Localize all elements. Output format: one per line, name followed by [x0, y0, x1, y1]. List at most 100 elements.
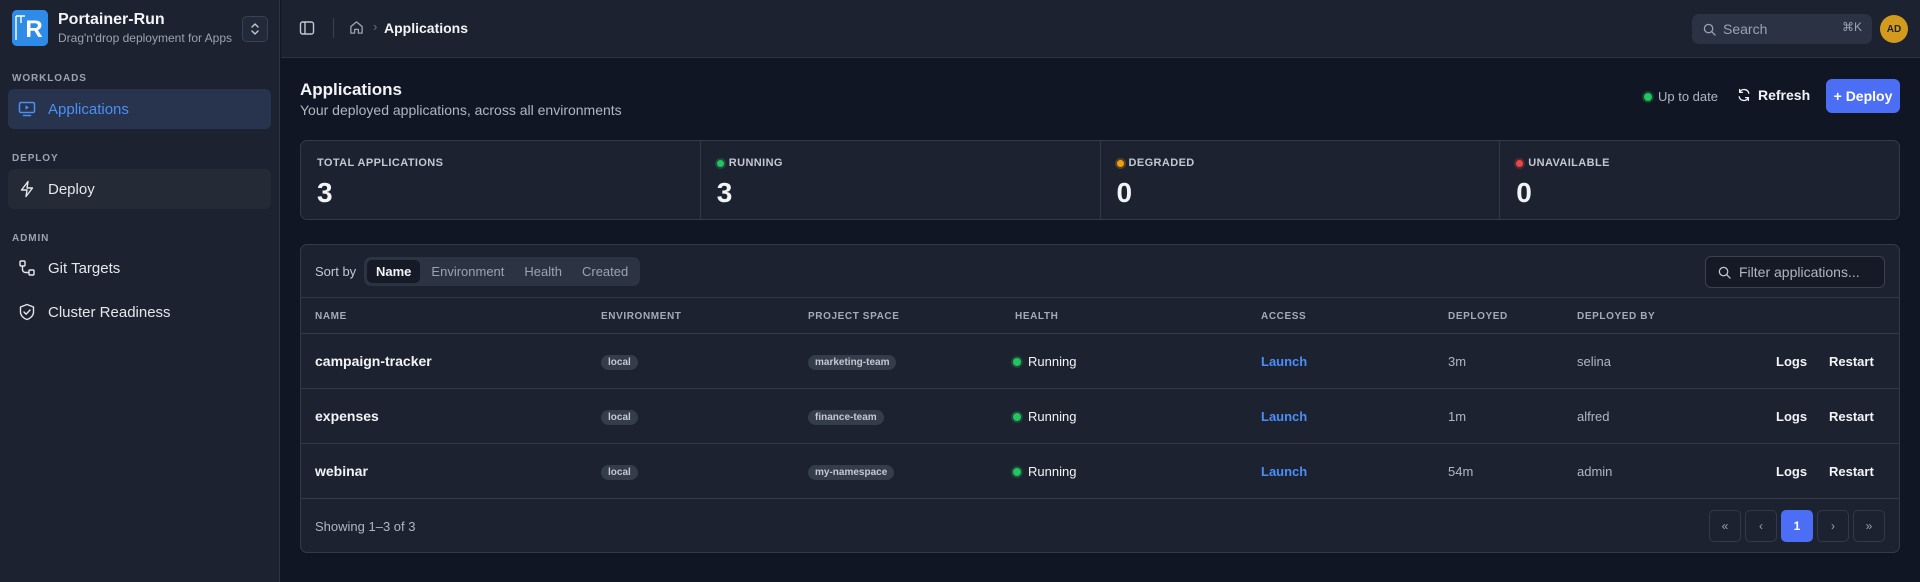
pagination: « ‹ 1 › » [1709, 510, 1885, 542]
table-header: NAME ENVIRONMENT PROJECT SPACE HEALTH AC… [301, 298, 1899, 334]
logs-button[interactable]: Logs [1776, 409, 1807, 424]
previous-page-button[interactable]: ‹ [1745, 510, 1777, 542]
column-header-access[interactable]: ACCESS [1261, 311, 1306, 322]
environment-badge: local [601, 355, 638, 370]
stat-value: 0 [1516, 177, 1532, 208]
sort-option-created[interactable]: Created [573, 260, 637, 283]
refresh-label: Refresh [1758, 87, 1811, 103]
column-header-project-space[interactable]: PROJECT SPACE [808, 311, 900, 322]
next-page-button[interactable]: › [1817, 510, 1849, 542]
sidebar-item-applications[interactable]: Applications [8, 89, 271, 129]
health-label: Running [1028, 409, 1077, 424]
health-label: Running [1028, 464, 1077, 479]
stat-total-applications: TOTAL APPLICATIONS 3 [301, 141, 701, 219]
deploy-button[interactable]: + Deploy [1826, 79, 1900, 113]
app-name[interactable]: expenses [315, 408, 379, 424]
column-header-deployed[interactable]: DEPLOYED [1448, 311, 1508, 322]
running-dot-icon [716, 159, 724, 167]
running-dot-icon [1013, 357, 1021, 366]
sidebar-toggle-button[interactable] [299, 20, 315, 36]
sort-segmented-control: Name Environment Health Created [364, 257, 641, 286]
column-header-name[interactable]: NAME [315, 311, 347, 322]
sidebar-item-deploy[interactable]: Deploy [8, 169, 271, 209]
restart-button[interactable]: Restart [1829, 464, 1874, 479]
deployed-by: alfred [1577, 409, 1610, 424]
sync-status: Up to date [1644, 89, 1718, 104]
sidebar-item-label: Deploy [48, 180, 95, 198]
column-header-deployed-by[interactable]: DEPLOYED BY [1577, 311, 1655, 322]
user-avatar[interactable]: AD [1880, 15, 1908, 43]
running-dot-icon [1013, 467, 1021, 476]
deployed-by: selina [1577, 354, 1611, 369]
health-status: Running [1013, 464, 1076, 479]
sort-label: Sort by [315, 264, 357, 279]
search-icon [1718, 266, 1731, 279]
sort-option-name[interactable]: Name [367, 260, 421, 283]
health-status: Running [1013, 354, 1076, 369]
running-dot-icon [1013, 412, 1021, 421]
app-name[interactable]: webinar [315, 463, 368, 479]
shield-check-icon [19, 303, 35, 321]
brand: R Portainer-Run Drag'n'drop deployment f… [12, 10, 270, 48]
sync-status-label: Up to date [1658, 89, 1718, 104]
filter-placeholder: Filter applications... [1739, 264, 1860, 280]
sidebar-item-git-targets[interactable]: Git Targets [8, 248, 271, 288]
stat-running: RUNNING 3 [701, 141, 1101, 219]
table-row: campaign-tracker local marketing-team Ru… [301, 334, 1899, 389]
restart-button[interactable]: Restart [1829, 354, 1874, 369]
sort-option-environment[interactable]: Environment [422, 260, 513, 283]
global-search-input[interactable]: Search ⌘K [1692, 14, 1872, 44]
sidebar-item-cluster-readiness[interactable]: Cluster Readiness [8, 292, 271, 332]
app-name[interactable]: campaign-tracker [315, 353, 432, 369]
filter-applications-input[interactable]: Filter applications... [1705, 256, 1885, 288]
environment-badge: local [601, 465, 638, 480]
stats-summary: TOTAL APPLICATIONS 3 RUNNING 3 DEGRADED … [300, 140, 1900, 220]
refresh-icon [1738, 88, 1750, 102]
unavailable-dot-icon [1516, 159, 1524, 167]
stat-value: 3 [716, 177, 733, 208]
breadcrumb-current: Applications [384, 20, 469, 36]
pagination-summary: Showing 1–3 of 3 [315, 519, 416, 534]
lightning-icon [20, 180, 34, 198]
table-footer: Showing 1–3 of 3 « ‹ 1 › » [301, 499, 1899, 552]
logs-button[interactable]: Logs [1776, 354, 1807, 369]
column-header-health[interactable]: HEALTH [1015, 311, 1058, 322]
search-shortcut-hint: ⌘K [1841, 20, 1862, 34]
stat-value: 3 [317, 177, 333, 208]
sidebar: R Portainer-Run Drag'n'drop deployment f… [0, 0, 280, 582]
table-row: expenses local finance-team Running Laun… [301, 389, 1899, 444]
deployed-age: 54m [1448, 464, 1474, 479]
restart-button[interactable]: Restart [1829, 409, 1874, 424]
refresh-button[interactable]: Refresh [1737, 87, 1810, 103]
sort-option-health[interactable]: Health [515, 260, 571, 283]
workspace-switcher-button[interactable] [242, 16, 268, 42]
home-icon [350, 21, 363, 34]
sidebar-item-label: Cluster Readiness [48, 303, 171, 321]
table-toolbar: Sort by Name Environment Health Created … [301, 245, 1899, 298]
table-row: webinar local my-namespace Running Launc… [301, 444, 1899, 499]
environment-badge: local [601, 410, 638, 425]
column-header-environment[interactable]: ENVIRONMENT [601, 311, 682, 322]
search-icon [1703, 23, 1716, 36]
stat-label: UNAVAILABLE [1528, 157, 1610, 169]
breadcrumb-separator: › [373, 19, 378, 34]
degraded-dot-icon [1116, 159, 1124, 167]
launch-link[interactable]: Launch [1261, 354, 1307, 369]
brand-logo[interactable]: R [12, 10, 48, 46]
sidebar-item-label: Applications [48, 100, 129, 118]
stat-label: DEGRADED [1128, 157, 1195, 169]
status-dot-icon [1644, 92, 1652, 101]
stat-value: 0 [1116, 177, 1133, 208]
topbar: › Applications Search ⌘K AD [281, 0, 1920, 58]
first-page-button[interactable]: « [1709, 510, 1741, 542]
brand-title: Portainer-Run [58, 11, 165, 28]
page-1-button[interactable]: 1 [1781, 510, 1813, 542]
last-page-button[interactable]: » [1853, 510, 1885, 542]
applications-table-card: Sort by Name Environment Health Created … [300, 244, 1900, 553]
launch-link[interactable]: Launch [1261, 409, 1307, 424]
breadcrumb-home-link[interactable] [349, 20, 364, 35]
launch-link[interactable]: Launch [1261, 464, 1307, 479]
deployed-by: admin [1577, 464, 1613, 479]
nav-section-admin: ADMIN [12, 233, 50, 244]
logs-button[interactable]: Logs [1776, 464, 1807, 479]
